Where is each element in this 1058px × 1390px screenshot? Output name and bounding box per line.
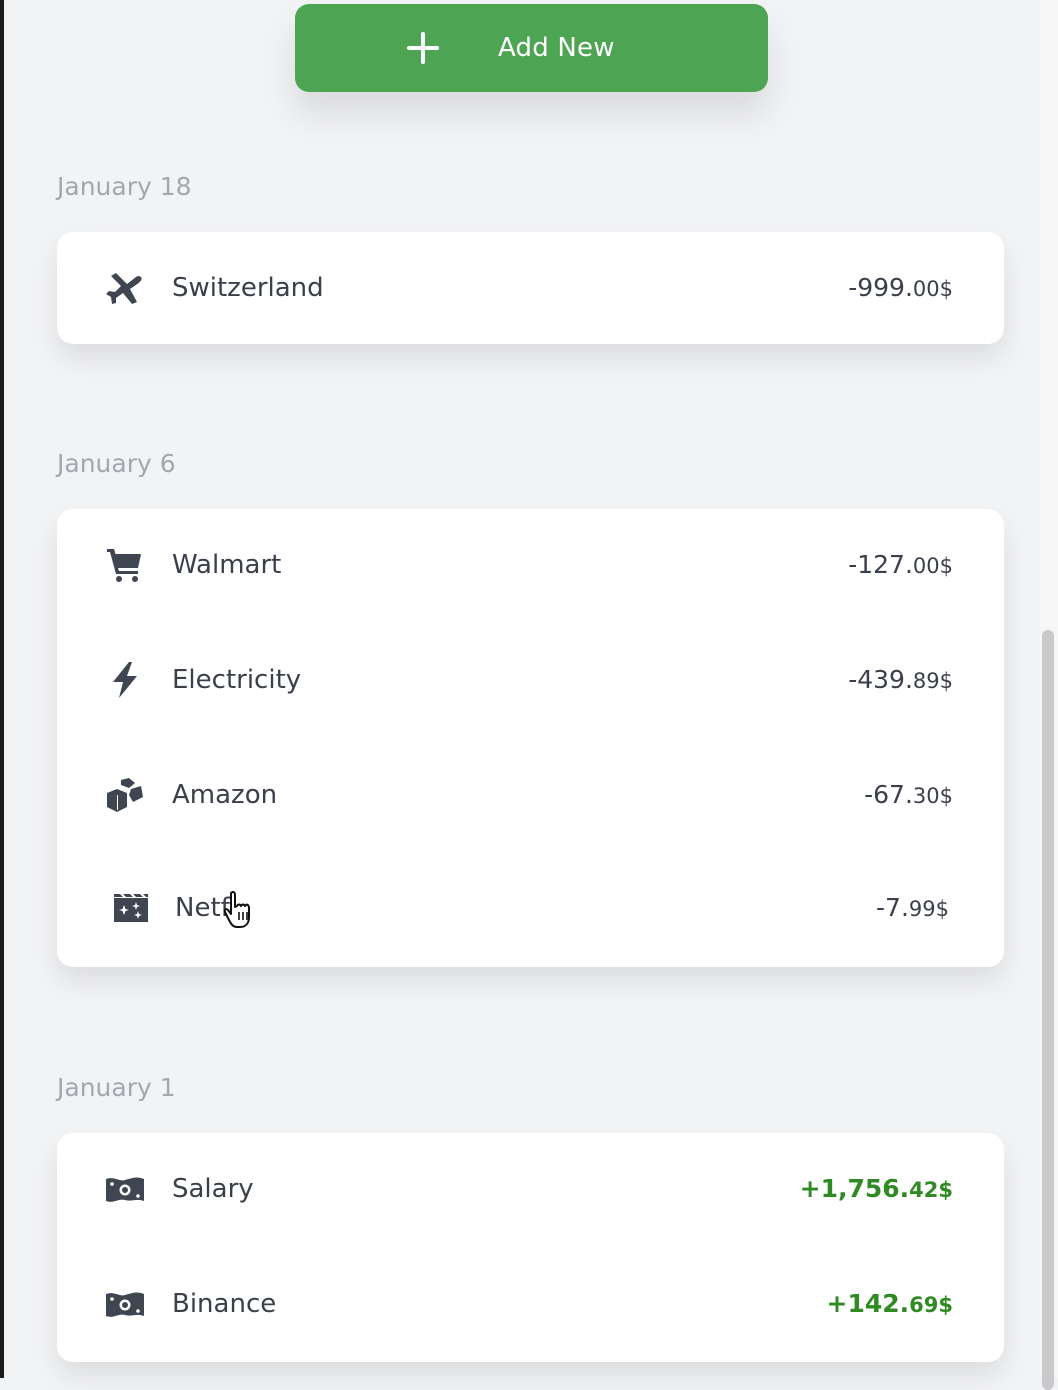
airplane-icon [105,270,145,306]
transaction-name: Amazon [172,780,278,810]
transaction-amount: +1,756.42$ [799,1174,953,1203]
transaction-amount: -7.99$ [876,893,949,922]
transaction-card: Switzerland -999.00$ [57,232,1004,344]
transaction-row[interactable]: Binance +142.69$ [57,1274,1004,1334]
transaction-row[interactable]: Netf -7.99$ [57,878,1004,938]
money-bill-icon [105,1171,145,1207]
transaction-amount: -439.89$ [848,665,953,694]
date-heading: January 1 [57,1073,176,1102]
date-heading: January 18 [57,172,192,201]
transaction-amount: -999.00$ [848,273,953,302]
shopping-cart-icon [105,547,145,583]
hand-cursor-icon [222,890,258,930]
boxes-icon [105,777,145,813]
film-clapper-icon [112,890,152,926]
transaction-card: Salary +1,756.42$ Binance +142.69$ [57,1133,1004,1362]
transaction-row[interactable]: Amazon -67.30$ [57,765,1004,825]
transaction-name: Salary [172,1174,254,1204]
transaction-amount: -67.30$ [864,780,953,809]
transaction-name: Walmart [172,550,282,580]
transaction-card: Walmart -127.00$ Electricity -439.89$ Am… [57,509,1004,967]
transaction-row[interactable]: Electricity -439.89$ [57,650,1004,710]
transaction-name: Binance [172,1289,277,1319]
money-bill-icon [105,1286,145,1322]
scrollbar-thumb[interactable] [1042,630,1054,1390]
window-left-edge [0,0,4,1378]
transaction-name: Switzerland [172,273,324,303]
transaction-row[interactable]: Walmart -127.00$ [57,535,1004,595]
transaction-row[interactable]: Salary +1,756.42$ [57,1159,1004,1219]
lightning-bolt-icon [105,662,145,698]
add-new-label: Add New [498,33,615,63]
add-new-button[interactable]: Add New [295,4,768,92]
transaction-amount: -127.00$ [848,550,953,579]
plus-icon [407,32,439,64]
transaction-row[interactable]: Switzerland -999.00$ [57,258,1004,318]
date-heading: January 6 [57,449,176,478]
scrollbar[interactable] [1040,0,1058,1390]
transaction-amount: +142.69$ [826,1289,953,1318]
transaction-name: Electricity [172,665,302,695]
